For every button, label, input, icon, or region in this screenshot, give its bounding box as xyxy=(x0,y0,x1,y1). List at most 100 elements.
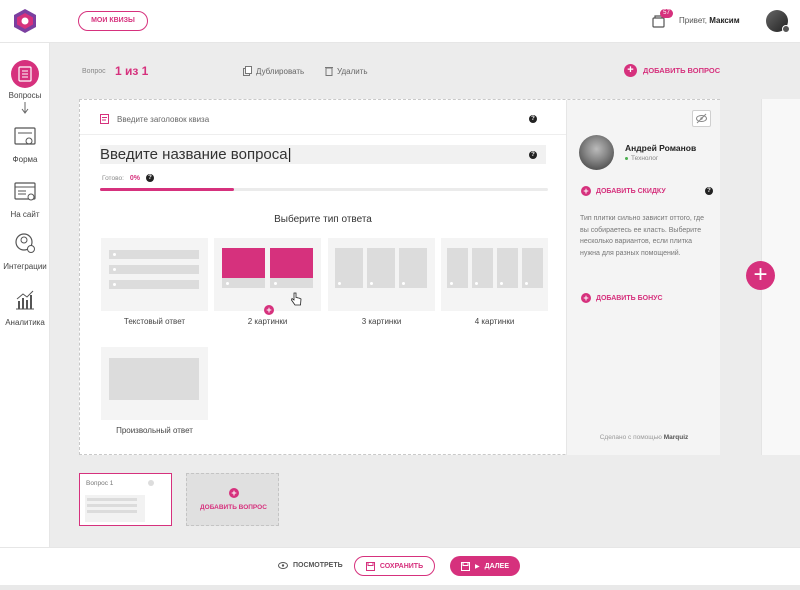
help-icon[interactable]: ? xyxy=(705,187,713,195)
thumbnail-menu-icon[interactable] xyxy=(148,480,154,486)
author-role: Технолог xyxy=(625,155,658,162)
sidebar-item-label: На сайт xyxy=(10,210,40,219)
form-icon xyxy=(14,127,36,145)
made-with-footer: Сделано с помощью Marquiz xyxy=(567,434,721,441)
panel-hint-text: Тип плитки сильно зависит оттого, где вы… xyxy=(580,215,705,257)
answer-type-custom-tile[interactable] xyxy=(101,347,208,420)
arrow-down-icon xyxy=(21,102,29,114)
duplicate-button[interactable]: Дублировать xyxy=(243,66,304,76)
online-dot-icon xyxy=(625,157,628,160)
avatar-status-icon xyxy=(782,25,790,33)
sidebar-item-label: Аналитика xyxy=(5,318,45,327)
bottom-bar: ПОСМОТРЕТЬ СОХРАНИТЬ ▶ ДАЛЕЕ xyxy=(0,547,800,585)
made-with-text: Сделано с помощью xyxy=(599,434,662,441)
plus-icon[interactable]: + xyxy=(264,305,274,315)
question-counter: 1 из 1 xyxy=(115,64,149,78)
progress-bar xyxy=(100,188,548,191)
preview-label: ПОСМОТРЕТЬ xyxy=(293,562,343,569)
trash-icon xyxy=(325,67,333,76)
sidebar-item-integrations[interactable]: Интеграции xyxy=(0,231,50,271)
next-label: ДАЛЕЕ xyxy=(484,562,509,570)
author-role-text: Технолог xyxy=(631,155,659,162)
duplicate-label: Дублировать xyxy=(256,66,305,76)
plus-icon: + xyxy=(229,488,239,498)
add-question-thumbnail[interactable]: + ДОБАВИТЬ ВОПРОС xyxy=(186,473,279,526)
help-icon[interactable]: ? xyxy=(146,174,155,182)
analytics-icon xyxy=(16,290,34,310)
hand-cursor-icon xyxy=(291,292,302,306)
progress-fill xyxy=(100,188,235,191)
add-bonus-button[interactable]: + ДОБАВИТЬ БОНУС xyxy=(581,293,663,303)
sidebar-item-questions[interactable]: Вопросы xyxy=(0,60,50,116)
copy-icon xyxy=(243,66,252,76)
sidebar-item-website[interactable]: На сайт xyxy=(0,179,50,219)
author-panel: Андрей Романов Технолог + ДОБАВИТЬ СКИДК… xyxy=(566,100,720,455)
quiz-title-row[interactable]: Введите заголовок квиза xyxy=(100,112,546,126)
eye-icon xyxy=(278,562,288,569)
integrations-icon xyxy=(15,233,35,253)
help-icon[interactable]: ? xyxy=(529,115,537,123)
greeting-prefix: Привет, xyxy=(679,16,708,25)
add-discount-label: ДОБАВИТЬ СКИДКУ xyxy=(596,187,666,195)
user-name: Максим xyxy=(709,16,740,25)
save-icon xyxy=(460,561,470,571)
marquiz-logo-icon[interactable] xyxy=(12,8,38,34)
greeting: Привет, Максим xyxy=(679,16,740,25)
answer-type-label: Произвольный ответ xyxy=(116,426,193,435)
save-label: СОХРАНИТЬ xyxy=(379,562,424,570)
plus-icon: + xyxy=(581,186,591,196)
brand-link[interactable]: Marquiz xyxy=(664,434,689,441)
add-bonus-label: ДОБАВИТЬ БОНУС xyxy=(596,294,663,302)
divider xyxy=(80,134,566,135)
answer-type-text-tile[interactable] xyxy=(101,238,208,311)
top-bar: МОИ КВИЗЫ 57 Привет, Максим xyxy=(0,0,800,43)
title-icon xyxy=(100,114,109,124)
sidebar-item-label: Вопросы xyxy=(8,91,42,100)
add-question-button[interactable]: + ДОБАВИТЬ ВОПРОС xyxy=(624,64,720,77)
my-quizzes-button[interactable]: МОИ КВИЗЫ xyxy=(78,11,148,31)
notifications-badge: 57 xyxy=(660,9,673,18)
answer-type-label: 2 картинки xyxy=(247,317,288,326)
add-question-label: ДОБАВИТЬ ВОПРОС xyxy=(643,66,721,75)
eye-off-icon xyxy=(696,113,707,124)
website-icon xyxy=(14,182,36,201)
author-name: Андрей Романов xyxy=(625,143,697,153)
plus-icon: + xyxy=(624,64,637,77)
ready-percent: 0% xyxy=(129,174,141,182)
help-icon[interactable]: ? xyxy=(529,151,537,159)
sidebar: Вопросы Форма На сайт Интеграции Аналити… xyxy=(0,43,50,547)
delete-label: Удалить xyxy=(337,66,368,76)
question-name-text: Введите название вопроса xyxy=(100,146,288,163)
answer-type-3-images-tile[interactable] xyxy=(328,238,435,311)
hide-panel-button[interactable] xyxy=(692,110,711,127)
answer-type-label: 3 картинки xyxy=(361,317,402,326)
question-name-input[interactable]: Введите название вопроса| xyxy=(100,145,546,164)
thumbnail-label: Вопрос 1 xyxy=(86,480,114,487)
author-avatar[interactable] xyxy=(579,135,614,170)
save-icon xyxy=(365,561,375,571)
sidebar-item-label: Форма xyxy=(12,155,38,164)
answer-type-label: 4 картинки xyxy=(474,317,515,326)
sidebar-item-form[interactable]: Форма xyxy=(0,124,50,164)
quiz-title-input[interactable]: Введите заголовок квиза xyxy=(117,115,209,124)
delete-button[interactable]: Удалить xyxy=(325,66,368,76)
save-button[interactable]: СОХРАНИТЬ xyxy=(354,556,435,576)
question-card: Введите заголовок квиза ? Введите назван… xyxy=(79,99,720,455)
ready-indicator: Готово: 0% ? xyxy=(102,174,155,182)
ready-label: Готово: xyxy=(102,174,124,182)
list-icon xyxy=(11,60,39,88)
question-thumbnail[interactable]: Вопрос 1 xyxy=(79,473,172,526)
next-button[interactable]: ▶ ДАЛЕЕ xyxy=(450,556,520,576)
plus-icon: + xyxy=(581,293,591,303)
answer-type-label: Текстовый ответ xyxy=(123,317,186,326)
add-question-fab[interactable]: + xyxy=(746,261,775,290)
answer-type-4-images-tile[interactable] xyxy=(441,238,548,311)
question-label: Вопрос xyxy=(82,68,106,75)
play-arrow-icon: ▶ xyxy=(474,563,480,570)
preview-button[interactable]: ПОСМОТРЕТЬ xyxy=(278,562,343,569)
sidebar-item-analytics[interactable]: Аналитика xyxy=(0,287,50,327)
add-discount-button[interactable]: + ДОБАВИТЬ СКИДКУ xyxy=(581,186,666,196)
answer-type-2-images-tile[interactable] xyxy=(214,238,321,311)
footer-strip xyxy=(0,585,800,590)
choose-answer-type-heading: Выберите тип ответа xyxy=(274,214,372,225)
